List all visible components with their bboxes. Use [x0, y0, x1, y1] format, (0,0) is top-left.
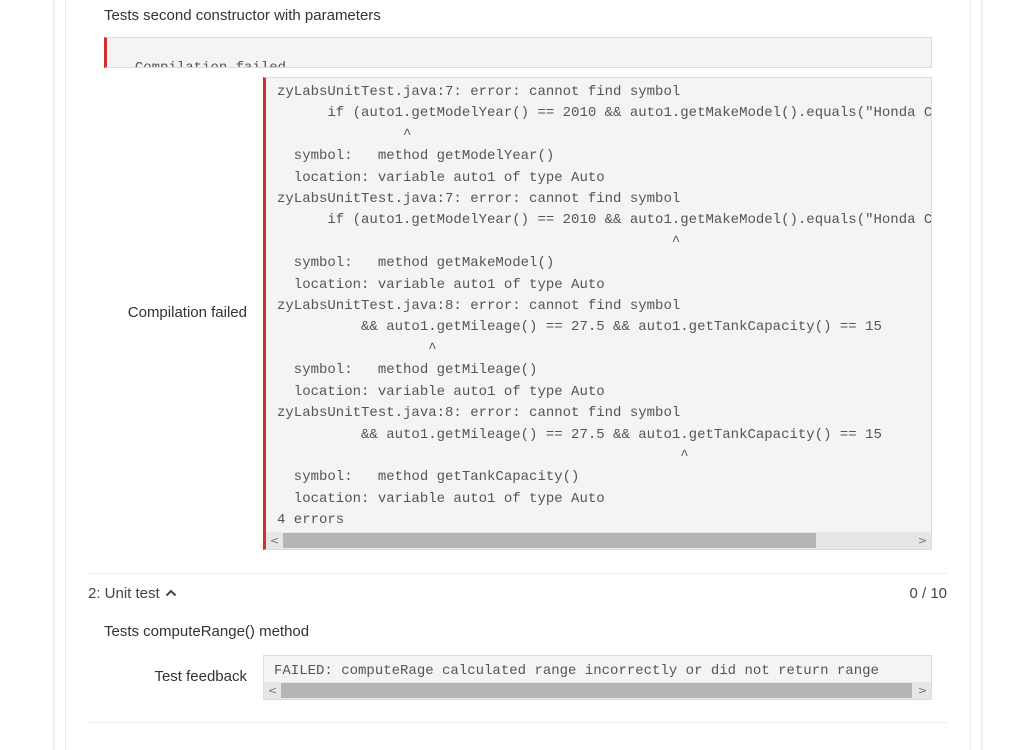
output-line: ^ [277, 447, 689, 464]
detail-label: Compilation failed [127, 304, 247, 321]
output-line: if (auto1.getModelYear() == 2010 && auto… [277, 105, 932, 122]
test-description: Tests second constructor with parameters [104, 7, 381, 24]
scroll-right-icon[interactable]: > [914, 532, 931, 549]
test-header-label: 2: Unit test [88, 585, 160, 602]
output-line: zyLabsUnitTest.java:8: error: cannot fin… [277, 298, 681, 315]
scroll-left-icon[interactable]: < [264, 682, 281, 699]
scrollbar-thumb[interactable] [281, 683, 912, 698]
output-line: location: variable auto1 of type Auto [277, 169, 605, 186]
test-header-toggle[interactable]: 2: Unit test [88, 585, 177, 602]
output-line: zyLabsUnitTest.java:7: error: cannot fin… [277, 84, 681, 100]
output-line: zyLabsUnitTest.java:8: error: cannot fin… [277, 405, 681, 422]
feedback-label: Test feedback [154, 668, 247, 685]
output-line: symbol: method getMakeModel() [277, 255, 555, 272]
horizontal-scrollbar[interactable]: < > [266, 532, 931, 549]
output-line: location: variable auto1 of type Auto [277, 383, 605, 400]
feedback-box[interactable]: FAILED: computeRage calculated range inc… [263, 655, 932, 700]
output-line: location: variable auto1 of type Auto [277, 490, 605, 507]
output-line: ^ [277, 340, 437, 357]
feedback-text: FAILED: computeRage calculated range inc… [274, 663, 879, 679]
scroll-right-icon[interactable]: > [914, 682, 931, 699]
scroll-left-icon[interactable]: < [266, 532, 283, 549]
test-description: Tests computeRange() method [104, 623, 310, 640]
result-summary-box: Compilation failed [104, 37, 932, 68]
divider [88, 722, 947, 723]
output-line: zyLabsUnitTest.java:7: error: cannot fin… [277, 191, 681, 208]
compiler-output-box[interactable]: zyLabsUnitTest.java:7: error: cannot fin… [263, 77, 932, 550]
chevron-up-icon [165, 585, 177, 602]
output-line: symbol: method getMileage() [277, 362, 538, 379]
output-line: ^ [277, 126, 412, 143]
scrollbar-thumb[interactable] [283, 533, 816, 548]
output-line: location: variable auto1 of type Auto [277, 276, 605, 293]
horizontal-scrollbar[interactable]: < > [264, 682, 931, 699]
test-score: 0 / 10 [909, 585, 947, 602]
output-line: 4 errors [277, 512, 345, 529]
result-summary-text: Compilation failed [134, 60, 287, 68]
compiler-output-text: zyLabsUnitTest.java:7: error: cannot fin… [277, 82, 932, 532]
output-line: && auto1.getMileage() == 27.5 && auto1.g… [277, 426, 882, 443]
divider [88, 573, 947, 574]
output-line: ^ [277, 233, 681, 250]
output-line: && auto1.getMileage() == 27.5 && auto1.g… [277, 319, 882, 336]
output-line: symbol: method getTankCapacity() [277, 469, 580, 486]
output-line: if (auto1.getModelYear() == 2010 && auto… [277, 212, 932, 229]
output-line: symbol: method getModelYear() [277, 148, 555, 165]
